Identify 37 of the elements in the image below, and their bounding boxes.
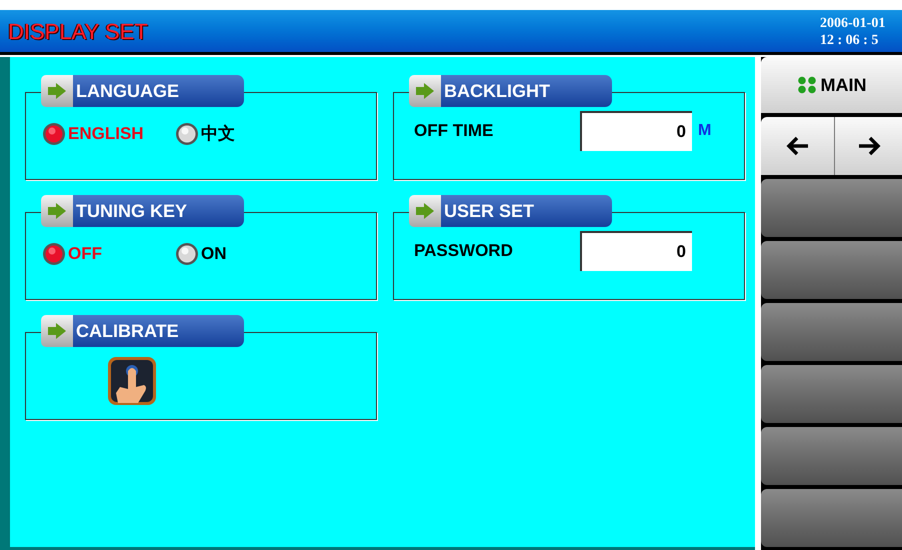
arrow-right-icon — [48, 203, 66, 219]
date-text: 2006-01-01 — [820, 15, 886, 32]
radio-label: ENGLISH — [68, 123, 144, 145]
radio-label: ON — [201, 243, 226, 265]
field-label: PASSWORD — [414, 240, 514, 262]
dots-icon — [796, 76, 816, 94]
arrow-left-icon — [786, 136, 810, 156]
input-field[interactable]: 0 — [580, 111, 692, 151]
input-field[interactable]: 0 — [580, 231, 692, 271]
radio-option[interactable]: ON — [175, 241, 226, 266]
forward-button[interactable] — [835, 117, 902, 175]
radio-option[interactable]: ENGLISH — [42, 121, 165, 146]
finger-touch-icon[interactable] — [108, 357, 156, 405]
group-title: USER SET — [444, 200, 534, 222]
arrow-right-icon — [48, 83, 66, 99]
group-title: LANGUAGE — [76, 80, 179, 102]
group-title: TUNING KEY — [76, 200, 188, 222]
arrow-right-icon — [416, 203, 434, 219]
radio-option[interactable]: OFF — [42, 241, 165, 266]
field-label: OFF TIME — [414, 120, 494, 142]
group-title: BACKLIGHT — [444, 80, 550, 102]
arrow-right-icon — [416, 83, 434, 99]
radio-button[interactable] — [42, 122, 66, 146]
radio-label: 中文 — [201, 123, 235, 145]
window-title: DISPLAY SET — [8, 18, 149, 46]
group-title: CALIBRATE — [76, 320, 179, 342]
radio-label: OFF — [68, 243, 102, 265]
radio-button[interactable] — [42, 242, 66, 266]
main-button[interactable]: MAIN — [761, 57, 902, 113]
arrow-right-icon — [856, 136, 880, 156]
radio-option[interactable]: 中文 — [175, 121, 235, 146]
back-button[interactable] — [761, 117, 835, 175]
radio-button[interactable] — [175, 242, 199, 266]
time-text: 12 : 06 : 5 — [820, 32, 878, 49]
unit-label: M — [698, 121, 712, 141]
arrow-right-icon — [48, 323, 66, 339]
radio-button[interactable] — [175, 122, 199, 146]
